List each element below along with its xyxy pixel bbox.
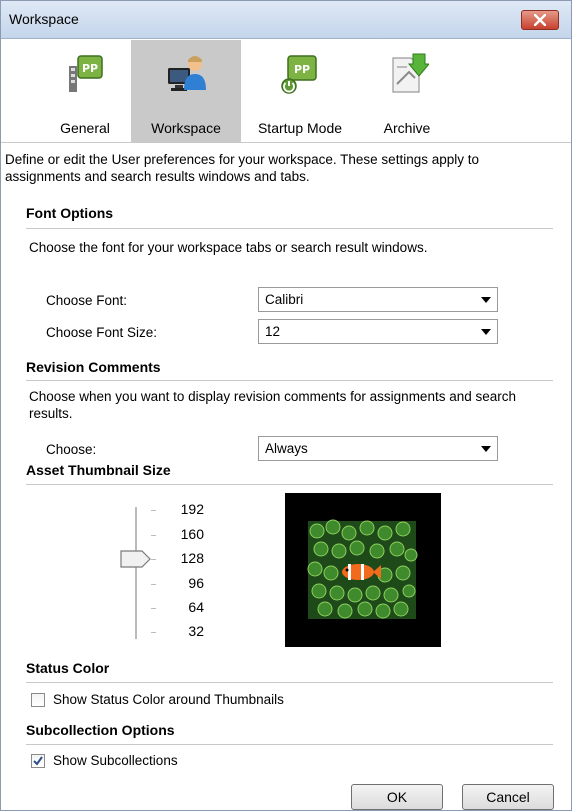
font-size-select-value: 12	[265, 324, 281, 339]
slider-tick-label: 64	[188, 599, 204, 615]
general-settings-icon: PP	[69, 55, 103, 92]
font-select[interactable]: Calibri	[258, 287, 498, 312]
cancel-button[interactable]: Cancel	[462, 784, 554, 810]
divider	[26, 744, 553, 745]
panel-description: Define or edit the User preferences for …	[5, 152, 479, 184]
archive-icon	[392, 53, 429, 93]
slider-tick	[151, 559, 156, 560]
chevron-down-icon	[481, 329, 491, 335]
slider-tick-label: 32	[188, 623, 204, 639]
divider	[26, 228, 553, 229]
choose-revision-label: Choose:	[46, 442, 97, 457]
ok-button[interactable]: OK	[351, 784, 443, 810]
chevron-down-icon	[481, 297, 491, 303]
show-subcollections-label[interactable]: Show Subcollections	[53, 752, 178, 769]
slider-tick	[151, 535, 156, 536]
tab-general-label: General	[60, 120, 110, 136]
font-options-description: Choose the font for your workspace tabs …	[29, 240, 428, 255]
revision-comments-description: Choose when you want to display revision…	[29, 389, 516, 421]
workspace-user-icon	[168, 56, 206, 91]
svg-text:PP: PP	[294, 63, 310, 76]
tab-archive[interactable]: Archive	[359, 40, 455, 143]
svg-text:PP: PP	[82, 62, 98, 75]
slider-tick	[151, 584, 156, 585]
window-title: Workspace	[9, 11, 79, 27]
workspace-dialog: Workspace PP General Workspace PP Startu…	[0, 0, 572, 811]
thumbnail-size-slider-track[interactable]	[135, 507, 137, 639]
divider	[26, 682, 553, 683]
slider-tick-label: 160	[180, 526, 204, 542]
status-color-title: Status Color	[26, 660, 110, 676]
asset-thumbnail-size-title: Asset Thumbnail Size	[26, 462, 171, 478]
subcollection-options-title: Subcollection Options	[26, 722, 175, 738]
title-bar[interactable]: Workspace	[1, 1, 571, 39]
font-select-value: Calibri	[265, 292, 304, 307]
tab-archive-label: Archive	[383, 120, 431, 136]
status-color-checkbox-label[interactable]: Show Status Color around Thumbnails	[53, 691, 284, 708]
status-color-checkbox[interactable]	[31, 693, 45, 707]
close-icon	[534, 14, 546, 26]
startup-mode-icon: PP	[281, 55, 317, 94]
tab-workspace[interactable]: Workspace	[131, 40, 241, 143]
font-size-select[interactable]: 12	[258, 319, 498, 344]
revision-comments-select-value: Always	[265, 441, 308, 456]
tab-general[interactable]: PP General	[39, 40, 131, 143]
tab-workspace-label: Workspace	[151, 120, 221, 136]
tab-startup-mode-label: Startup Mode	[257, 120, 343, 136]
slider-tick	[151, 608, 156, 609]
clownfish-image	[285, 493, 441, 647]
divider	[26, 484, 553, 485]
show-subcollections-checkbox[interactable]	[31, 754, 45, 768]
thumbnail-preview	[285, 493, 441, 647]
divider	[26, 380, 553, 381]
thumbnail-size-slider-thumb[interactable]	[120, 549, 151, 569]
revision-comments-title: Revision Comments	[26, 359, 161, 375]
slider-tick	[151, 632, 156, 633]
slider-tick-label: 128	[180, 550, 204, 566]
font-options-title: Font Options	[26, 205, 114, 221]
revision-comments-select[interactable]: Always	[258, 436, 498, 461]
preferences-toolbar: PP General Workspace PP Startup Mode Arc…	[1, 40, 571, 143]
choose-font-label: Choose Font:	[46, 293, 128, 308]
chevron-down-icon	[481, 446, 491, 452]
slider-tick-label: 192	[180, 501, 204, 517]
slider-tick	[151, 510, 156, 511]
close-button[interactable]	[521, 10, 559, 30]
choose-font-size-label: Choose Font Size:	[46, 325, 158, 340]
tab-startup-mode[interactable]: PP Startup Mode	[241, 40, 359, 143]
slider-tick-label: 96	[188, 575, 204, 591]
checkmark-icon	[33, 756, 43, 766]
